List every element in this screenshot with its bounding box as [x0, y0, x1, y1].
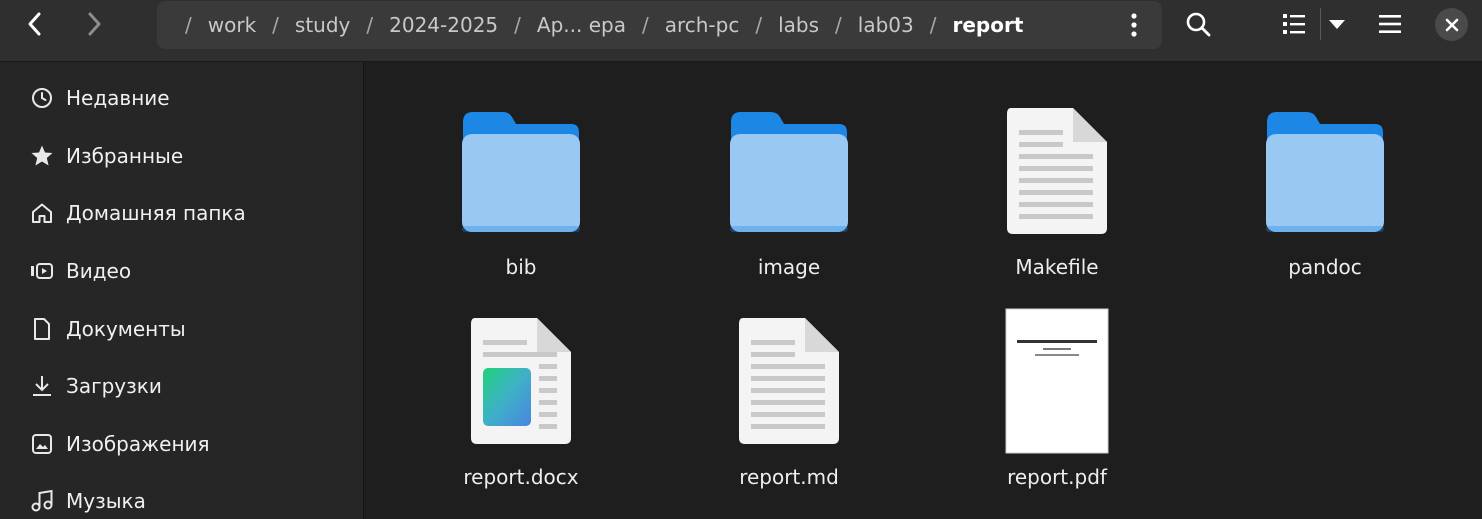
path-crumb-labs[interactable]: labs — [778, 13, 819, 37]
docx-file-icon — [401, 316, 641, 446]
sidebar-item-label: Недавние — [66, 86, 170, 110]
sidebar-item-label: Домашняя папка — [66, 201, 246, 225]
sidebar-item-favorites[interactable]: Избранные — [0, 131, 364, 181]
folder-icon — [669, 110, 909, 234]
path-crumb-year[interactable]: 2024-2025 — [389, 13, 498, 37]
sidebar-item-label: Музыка — [66, 489, 146, 513]
view-mode-button[interactable] — [1276, 5, 1312, 43]
sidebar-item-video[interactable]: Видео — [0, 246, 364, 296]
search-icon — [1186, 12, 1211, 37]
file-item-image[interactable]: image — [669, 102, 909, 302]
header-bar: / work / study / 2024-2025 / Ар... ера /… — [0, 0, 1482, 62]
main-menu-button[interactable] — [1372, 5, 1408, 43]
sidebar-item-home[interactable]: Домашняя папка — [0, 188, 364, 238]
path-crumb-work[interactable]: work — [208, 13, 256, 37]
file-item-report-docx[interactable]: report.docx — [401, 312, 641, 512]
folder-icon — [401, 110, 641, 234]
star-icon — [30, 144, 54, 168]
path-root-separator: / — [185, 13, 192, 37]
text-file-icon — [669, 316, 909, 446]
pdf-thumbnail — [937, 308, 1177, 454]
path-crumb-architecture[interactable]: Ар... ера — [537, 13, 626, 37]
path-bar[interactable]: / work / study / 2024-2025 / Ар... ера /… — [157, 1, 1162, 49]
kebab-menu-icon — [1131, 13, 1137, 37]
file-item-bib[interactable]: bib — [401, 102, 641, 302]
file-name: report.md — [739, 465, 839, 489]
sidebar-item-label: Видео — [66, 259, 132, 283]
path-crumb-arch-pc[interactable]: arch-pc — [665, 13, 740, 37]
file-item-report-pdf[interactable]: report.pdf — [937, 308, 1177, 512]
back-button[interactable] — [17, 5, 53, 43]
path-crumb-report[interactable]: report — [952, 13, 1023, 37]
chevron-right-icon — [88, 12, 101, 36]
path-crumb-study[interactable]: study — [295, 13, 350, 37]
close-window-button[interactable] — [1435, 8, 1468, 41]
sidebar-item-label: Документы — [66, 317, 186, 341]
path-separator: / — [366, 13, 374, 37]
sidebar-item-label: Избранные — [66, 144, 184, 168]
file-name: image — [757, 255, 821, 279]
sidebar-item-documents[interactable]: Документы — [0, 304, 364, 354]
file-name: pandoc — [1288, 255, 1362, 279]
sidebar-item-label: Загрузки — [66, 374, 162, 398]
close-icon — [1445, 18, 1458, 31]
file-grid: bib image Makefile pandoc report.docx re… — [365, 62, 1482, 519]
forward-button[interactable] — [76, 5, 112, 43]
path-separator: / — [755, 13, 763, 37]
caret-down-icon — [1329, 20, 1345, 29]
hamburger-menu-icon — [1379, 15, 1401, 33]
view-options-dropdown[interactable] — [1318, 5, 1356, 43]
path-separator: / — [272, 13, 279, 37]
sidebar: Недавние Избранные Домашняя папка Видео … — [0, 62, 364, 519]
sidebar-item-music[interactable]: Музыка — [0, 476, 364, 519]
file-name: Makefile — [1015, 255, 1099, 279]
text-file-icon — [937, 106, 1177, 236]
path-separator: / — [929, 13, 937, 37]
file-item-pandoc[interactable]: pandoc — [1205, 102, 1445, 302]
clock-icon — [30, 86, 54, 110]
search-button[interactable] — [1180, 5, 1216, 43]
file-name: bib — [505, 255, 537, 279]
sidebar-item-pictures[interactable]: Изображения — [0, 419, 364, 469]
chevron-left-icon — [28, 12, 41, 36]
path-separator: / — [641, 13, 649, 37]
file-name: report.pdf — [1007, 465, 1107, 489]
image-icon — [30, 432, 54, 456]
music-icon — [30, 489, 54, 513]
path-separator: / — [514, 13, 521, 37]
file-name: report.docx — [463, 465, 579, 489]
download-icon — [30, 374, 54, 398]
home-icon — [30, 201, 54, 225]
file-item-report-md[interactable]: report.md — [669, 312, 909, 512]
document-icon — [30, 317, 54, 341]
folder-icon — [1205, 110, 1445, 234]
video-icon — [30, 259, 54, 283]
sidebar-item-label: Изображения — [66, 432, 210, 456]
sidebar-item-downloads[interactable]: Загрузки — [0, 361, 364, 411]
path-menu-button[interactable] — [1118, 7, 1150, 43]
file-item-makefile[interactable]: Makefile — [937, 102, 1177, 302]
path-separator: / — [835, 13, 842, 37]
path-crumb-lab03[interactable]: lab03 — [858, 13, 914, 37]
sidebar-item-recent[interactable]: Недавние — [0, 73, 364, 123]
list-view-icon — [1283, 14, 1305, 34]
